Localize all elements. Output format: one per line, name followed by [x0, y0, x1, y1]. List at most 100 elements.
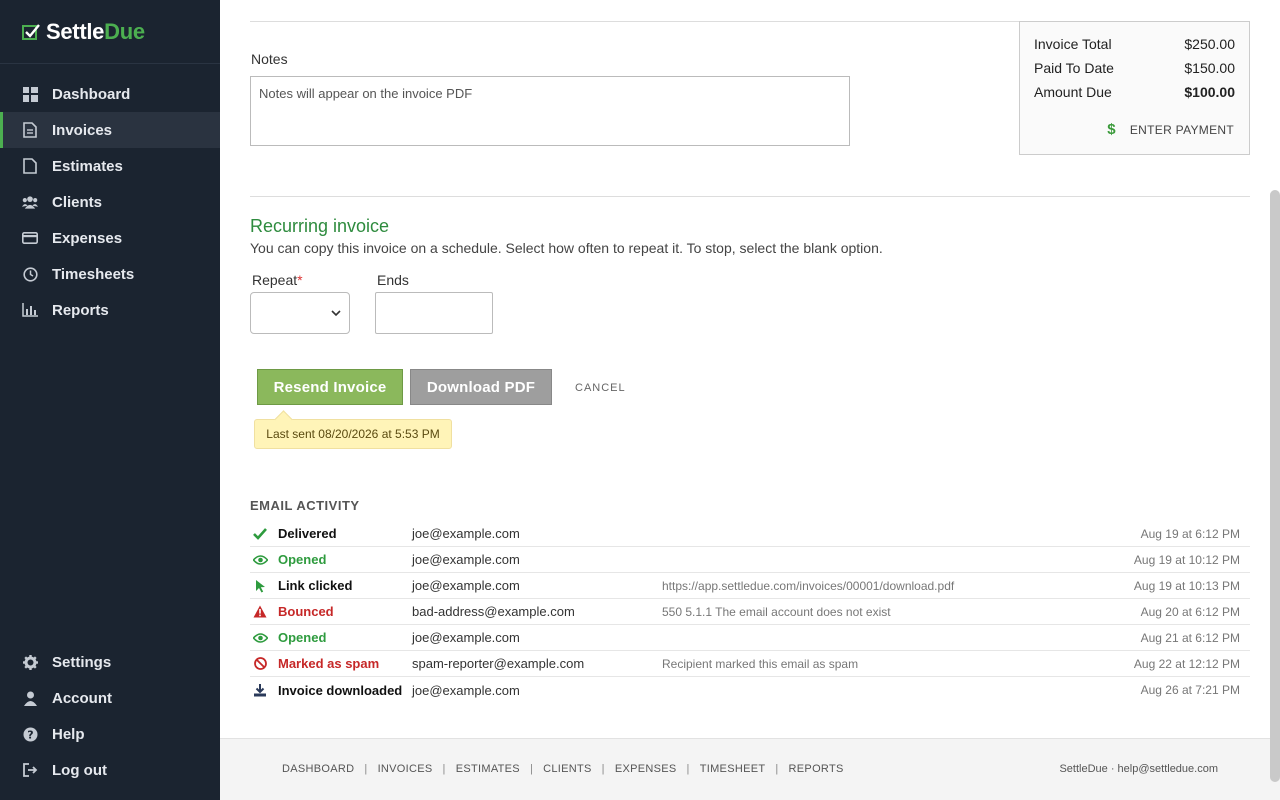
sidebar: SettleDue Dashboard Invoices Estimates C… [0, 0, 220, 800]
footer-separator: | [442, 763, 446, 775]
footer-link-reports[interactable]: REPORTS [789, 763, 844, 775]
main-content: Notes Notes will appear on the invoice P… [220, 0, 1280, 800]
sidebar-item-label: Settings [52, 653, 112, 671]
eye-icon [252, 630, 268, 646]
eye-icon [252, 552, 268, 568]
activity-email: joe@example.com [412, 630, 520, 645]
activity-status: Link clicked [278, 578, 353, 593]
sidebar-item-reports[interactable]: Reports [0, 292, 220, 328]
footer-separator: | [775, 763, 779, 775]
activity-time: Aug 22 at 12:12 PM [1133, 656, 1240, 671]
footer-link-clients[interactable]: CLIENTS [543, 763, 592, 775]
users-icon [22, 194, 38, 210]
activity-email: joe@example.com [412, 578, 520, 593]
bottom-nav: Settings Account ? Help Log out [0, 644, 220, 788]
summary-value: $150.00 [1184, 60, 1235, 76]
activity-email: bad-address@example.com [412, 604, 575, 619]
bar-chart-icon [22, 302, 38, 318]
activity-detail: 550 5.1.1 The email account does not exi… [662, 604, 891, 619]
footer-separator: | [529, 763, 534, 775]
footer-link-expenses[interactable]: EXPENSES [615, 763, 677, 775]
document-icon [22, 158, 38, 174]
brand-name: SettleDue [46, 18, 145, 44]
footer-links: DASHBOARD | INVOICES | ESTIMATES | CLIEN… [282, 763, 844, 775]
svg-text:?: ? [27, 728, 33, 741]
sidebar-item-clients[interactable]: Clients [0, 184, 220, 220]
cursor-pointer-icon [252, 578, 268, 594]
sidebar-item-label: Reports [52, 301, 109, 319]
scrollbar-thumb[interactable] [1270, 190, 1280, 782]
footer-link-dashboard[interactable]: DASHBOARD [282, 763, 354, 775]
activity-email: spam-reporter@example.com [412, 656, 585, 671]
sidebar-item-logout[interactable]: Log out [0, 752, 220, 788]
footer-link-timesheet[interactable]: TIMESHEET [700, 763, 766, 775]
sidebar-item-label: Invoices [52, 121, 113, 139]
checkmark-icon [252, 526, 268, 542]
sidebar-item-label: Log out [52, 761, 107, 779]
ends-date-input[interactable] [375, 292, 493, 334]
activity-detail: Recipient marked this email as spam [662, 656, 859, 671]
sidebar-item-label: Dashboard [52, 85, 131, 103]
enter-payment-label: ENTER PAYMENT [1129, 122, 1234, 137]
activity-row: Opened joe@example.com Aug 19 at 10:12 P… [250, 547, 1250, 573]
notes-label: Notes [251, 51, 288, 67]
activity-status: Opened [278, 630, 327, 645]
sidebar-item-label: Expenses [52, 229, 123, 247]
logo[interactable]: SettleDue [0, 0, 220, 64]
resend-invoice-button[interactable]: Resend Invoice [257, 369, 403, 405]
footer-link-invoices[interactable]: INVOICES [378, 763, 433, 775]
activity-row: Bounced bad-address@example.com 550 5.1.… [250, 599, 1250, 625]
repeat-select[interactable] [250, 292, 350, 334]
credit-card-icon [22, 230, 38, 246]
activity-time: Aug 19 at 6:12 PM [1140, 526, 1240, 541]
chevron-down-icon [331, 310, 341, 317]
divider [250, 21, 1019, 22]
email-activity-list: Delivered joe@example.com Aug 19 at 6:12… [250, 521, 1250, 703]
download-icon [252, 682, 268, 698]
summary-row-due: Amount Due $100.00 [1034, 84, 1235, 108]
sidebar-item-expenses[interactable]: Expenses [0, 220, 220, 256]
summary-row-total: Invoice Total $250.00 [1034, 36, 1235, 60]
sidebar-item-help[interactable]: ? Help [0, 716, 220, 752]
summary-label: Paid To Date [1034, 60, 1114, 76]
activity-status: Opened [278, 552, 327, 567]
sidebar-item-label: Account [52, 689, 112, 707]
cancel-button[interactable]: CANCEL [575, 382, 626, 394]
footer-contact[interactable]: SettleDue · help@settledue.com [1059, 763, 1218, 775]
sidebar-item-account[interactable]: Account [0, 680, 220, 716]
dollar-icon: $ [1107, 121, 1116, 138]
checkbox-logo-icon [22, 23, 40, 40]
activity-time: Aug 19 at 10:13 PM [1133, 578, 1240, 593]
sidebar-item-label: Clients [52, 193, 103, 211]
footer-link-estimates[interactable]: ESTIMATES [456, 763, 520, 775]
activity-status: Delivered [278, 526, 337, 541]
activity-time: Aug 26 at 7:21 PM [1140, 683, 1240, 697]
sidebar-item-dashboard[interactable]: Dashboard [0, 76, 220, 112]
ban-icon [252, 656, 268, 672]
recurring-description: You can copy this invoice on a schedule.… [250, 240, 883, 256]
logout-icon [22, 762, 38, 778]
activity-detail: https://app.settledue.com/invoices/00001… [662, 578, 955, 593]
sidebar-item-settings[interactable]: Settings [0, 644, 220, 680]
notes-textarea[interactable]: Notes will appear on the invoice PDF [250, 76, 850, 146]
last-sent-text: Last sent 08/20/2026 at 5:53 PM [266, 427, 440, 441]
summary-value: $100.00 [1184, 84, 1235, 100]
main-nav: Dashboard Invoices Estimates Clients Exp… [0, 76, 220, 328]
sidebar-item-estimates[interactable]: Estimates [0, 148, 220, 184]
ends-label: Ends [377, 272, 409, 288]
user-icon [22, 690, 38, 706]
footer-separator: | [601, 763, 605, 775]
clock-icon [22, 266, 38, 282]
activity-status: Marked as spam [278, 656, 380, 671]
email-activity-title: EMAIL ACTIVITY [250, 498, 360, 513]
sidebar-item-invoices[interactable]: Invoices [0, 112, 220, 148]
invoice-icon [22, 122, 38, 138]
activity-time: Aug 19 at 10:12 PM [1133, 552, 1240, 567]
required-mark: * [297, 272, 303, 288]
dashboard-icon [22, 86, 38, 102]
enter-payment-button[interactable]: $ ENTER PAYMENT [1107, 121, 1234, 138]
download-pdf-button[interactable]: Download PDF [410, 369, 552, 405]
recurring-title: Recurring invoice [250, 216, 390, 236]
footer-separator: | [686, 763, 690, 775]
sidebar-item-timesheets[interactable]: Timesheets [0, 256, 220, 292]
